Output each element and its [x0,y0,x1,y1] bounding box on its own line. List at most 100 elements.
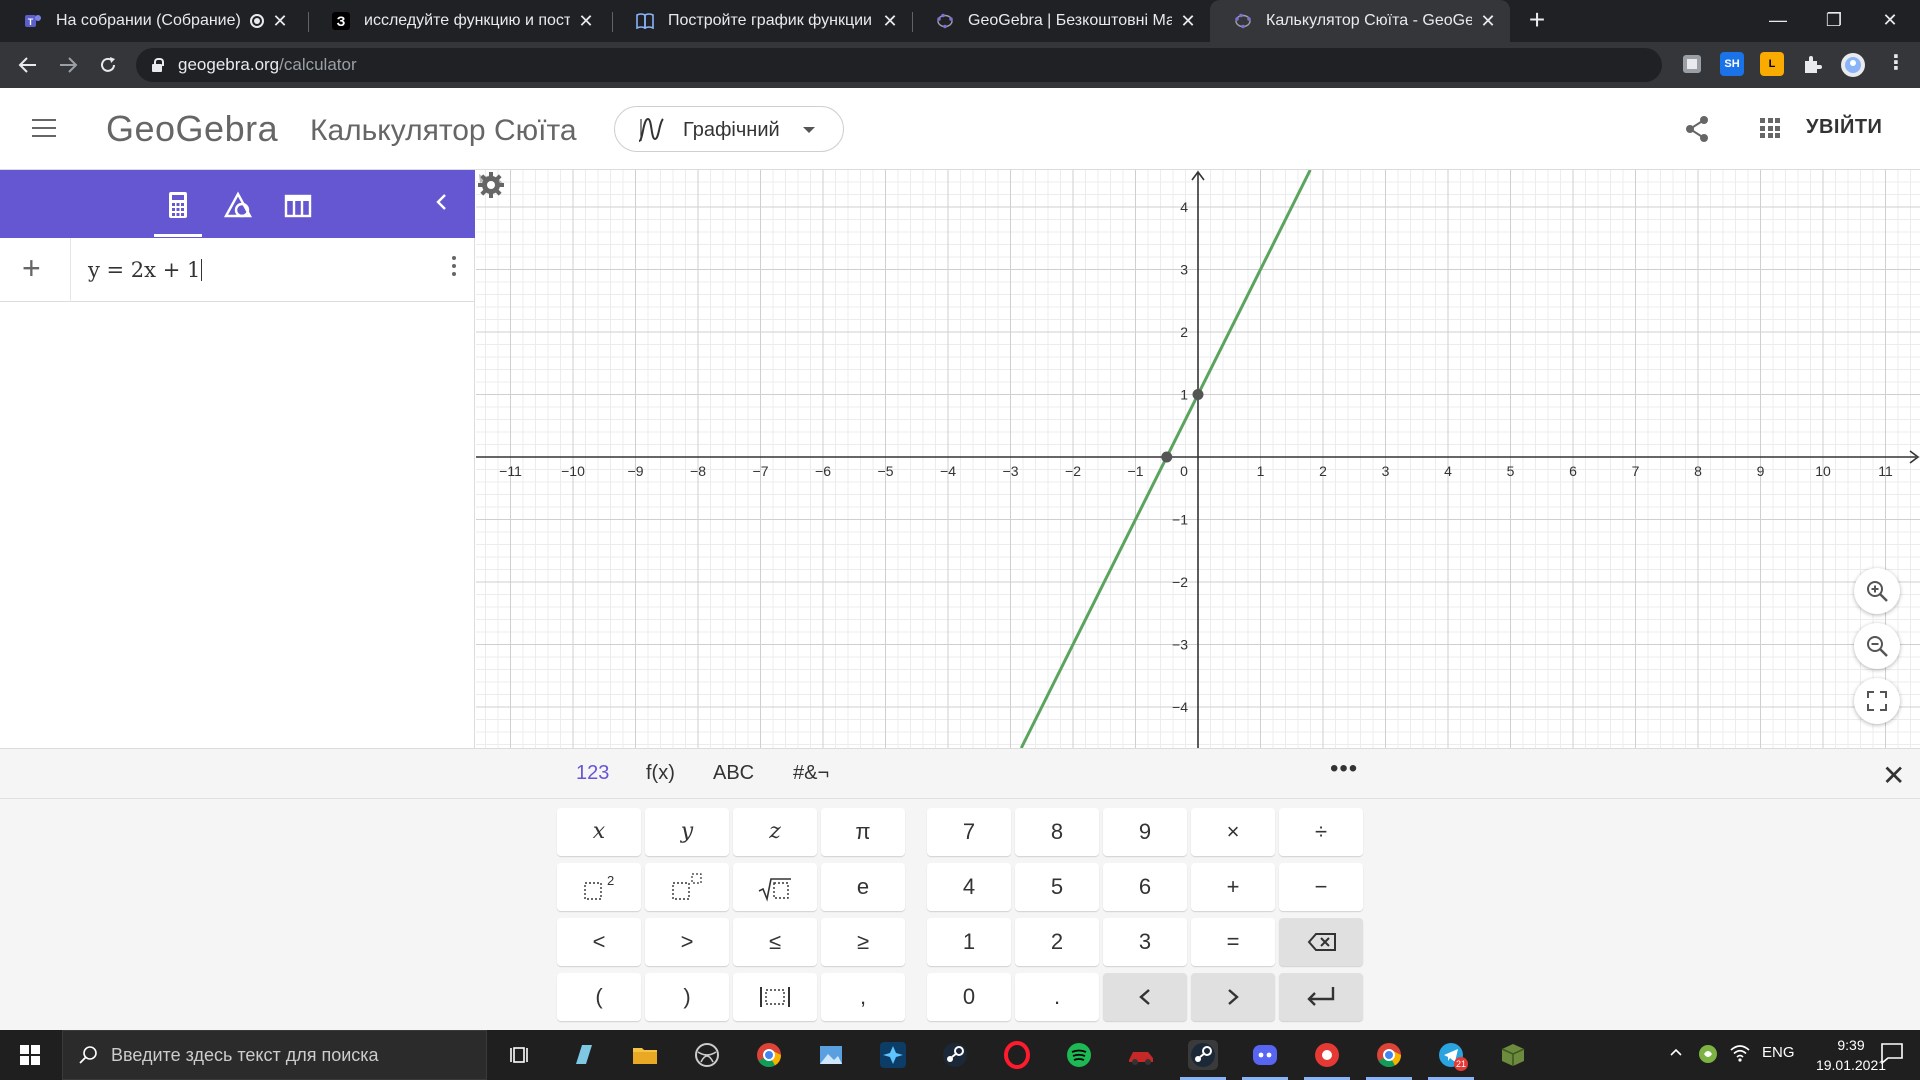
key-square[interactable]: 2 [557,863,641,911]
key-2[interactable]: 2 [1015,918,1099,966]
restore-button[interactable]: ❐ [1804,0,1864,42]
key-open-paren[interactable]: ( [557,973,641,1021]
app-icon-star[interactable] [878,1040,908,1070]
tab-close-icon[interactable]: ✕ [270,11,290,32]
tab-close-icon[interactable]: ✕ [576,11,596,32]
browser-tab-znanija[interactable]: З исследуйте функцию и построй ✕ [308,0,608,42]
tray-app-icon[interactable] [1698,1044,1718,1068]
language-indicator[interactable]: ENG [1762,1044,1795,1061]
key-close-paren[interactable]: ) [645,973,729,1021]
zoom-out-button[interactable] [1854,623,1900,669]
telegram-icon[interactable]: 21 [1428,1040,1474,1080]
key-e[interactable]: e [821,863,905,911]
browser-tab-graph-question[interactable]: Постройте график функции у = ✕ [612,0,912,42]
tab-close-icon[interactable]: ✕ [880,11,900,32]
key-7[interactable]: 7 [927,808,1011,856]
key-greater-equal[interactable]: ≥ [821,918,905,966]
windows-start-icon[interactable] [20,1045,40,1065]
key-1[interactable]: 1 [927,918,1011,966]
chrome-running-icon[interactable] [1366,1040,1412,1080]
forward-button[interactable] [50,48,86,82]
photos-icon[interactable] [816,1040,846,1070]
key-cursor-left[interactable] [1103,973,1187,1021]
reload-button[interactable] [90,48,126,82]
keyboard-tab-letters[interactable]: ABC [713,762,754,785]
key-greater-than[interactable]: > [645,918,729,966]
app-switcher-dropdown[interactable]: Графічний [614,106,844,152]
login-button[interactable]: УВІЙТИ [1806,116,1882,139]
key-y[interactable]: y [645,808,729,856]
key-minus[interactable]: − [1279,863,1363,911]
key-9[interactable]: 9 [1103,808,1187,856]
address-bar[interactable]: geogebra.org/calculator ☆ [136,48,1786,82]
key-x[interactable]: x [557,808,641,856]
profile-avatar-icon[interactable] [1840,52,1865,77]
tray-chevron-up-icon[interactable] [1668,1044,1684,1064]
graph-point[interactable] [1192,389,1204,400]
notifications-icon[interactable] [1880,1042,1904,1068]
settings-gear-icon[interactable] [476,170,506,200]
key-3[interactable]: 3 [1103,918,1187,966]
key-equals[interactable]: = [1191,918,1275,966]
key-less-equal[interactable]: ≤ [733,918,817,966]
key-4[interactable]: 4 [927,863,1011,911]
graph-point[interactable] [1161,451,1173,463]
app-icon-record[interactable] [1304,1040,1350,1080]
app-icon-green[interactable] [1064,1040,1094,1070]
key-decimal[interactable]: . [1015,973,1099,1021]
file-explorer-icon[interactable] [630,1040,660,1070]
wifi-icon[interactable] [1730,1044,1750,1066]
browser-tab-geogebra-home[interactable]: GeoGebra | Безкоштовні Матем ✕ [912,0,1210,42]
browser-tab-teams[interactable]: T На собрании (Собрание) | M ✕ [0,0,302,42]
opera-icon[interactable] [1002,1040,1032,1070]
key-backspace[interactable] [1279,918,1363,966]
key-less-than[interactable]: < [557,918,641,966]
app-icon-circle[interactable] [692,1040,722,1070]
apps-grid-icon[interactable] [1760,118,1780,138]
fullscreen-button[interactable] [1854,678,1900,724]
extension-gray-icon[interactable] [1680,52,1704,76]
keyboard-tab-symbols[interactable]: #&¬ [793,762,829,785]
more-options-icon[interactable] [452,256,456,280]
steam-running-icon[interactable] [1180,1040,1226,1080]
tab-algebra[interactable] [154,186,202,237]
new-tab-button[interactable]: + [1520,4,1554,38]
extension-l-icon[interactable]: L [1760,52,1784,76]
key-abs[interactable] [733,973,817,1021]
algebra-input[interactable]: y = 2x + 1 [88,258,203,282]
browser-tab-geogebra-calculator[interactable]: Калькулятор Сюїта - GeoGebra ✕ [1210,0,1510,42]
collapse-panel-icon[interactable] [434,190,450,221]
task-view-icon[interactable] [506,1040,536,1070]
menu-icon[interactable] [32,119,56,137]
chrome-menu-icon[interactable]: ⋮ [1884,52,1908,76]
keyboard-close-icon[interactable]: ✕ [1882,759,1905,792]
key-pi[interactable]: π [821,808,905,856]
minecraft-icon[interactable] [1498,1040,1528,1070]
share-icon[interactable] [1682,114,1712,144]
algebra-input-row[interactable]: + y = 2x + 1 [0,238,475,302]
close-window-button[interactable]: ✕ [1860,0,1920,42]
graphics-view[interactable]: −11 −10 −9 −8 −7 −6 −5 −4 −3 −2 −1 0 1 2 3 4 5 6 7 8 9 10 11 −… [476,170,1920,748]
key-sqrt[interactable] [733,863,817,911]
geogebra-logo[interactable]: GeoGebra [106,108,278,150]
key-0[interactable]: 0 [927,973,1011,1021]
taskbar-search[interactable]: Введите здесь текст для поиска [62,1030,487,1080]
key-plus[interactable]: + [1191,863,1275,911]
keyboard-tab-numbers[interactable]: 123 [576,762,609,785]
key-multiply[interactable]: × [1191,808,1275,856]
tab-tools[interactable] [218,186,258,226]
minimize-button[interactable]: — [1748,0,1808,42]
add-item-icon[interactable]: + [22,250,41,287]
extension-sh-icon[interactable]: SH [1720,52,1744,76]
graph-canvas[interactable]: −11 −10 −9 −8 −7 −6 −5 −4 −3 −2 −1 0 1 2 3 4 5 6 7 8 9 10 11 −… [476,170,1920,748]
key-comma[interactable]: , [821,973,905,1021]
tab-table[interactable] [278,186,318,226]
key-enter[interactable] [1279,973,1363,1021]
chrome-icon[interactable] [754,1040,784,1070]
key-5[interactable]: 5 [1015,863,1099,911]
keyboard-tab-functions[interactable]: f(x) [646,762,675,785]
key-power[interactable] [645,863,729,911]
app-icon-notes[interactable] [568,1040,598,1070]
keyboard-more-icon[interactable]: ••• [1330,755,1358,783]
key-8[interactable]: 8 [1015,808,1099,856]
